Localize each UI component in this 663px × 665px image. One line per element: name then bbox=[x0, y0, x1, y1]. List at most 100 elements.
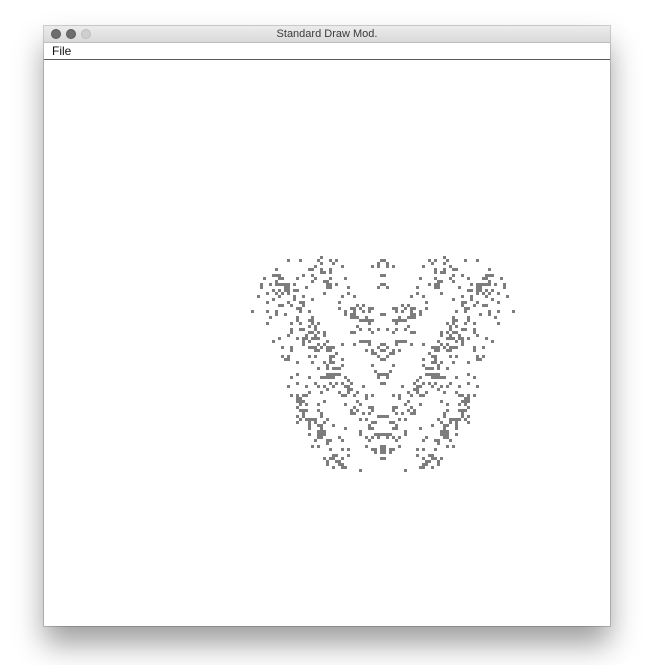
pattern-pixel bbox=[272, 289, 275, 292]
pattern-pixel bbox=[383, 274, 386, 277]
pattern-pixel bbox=[314, 439, 317, 442]
pattern-pixel bbox=[353, 307, 356, 310]
pattern-pixel bbox=[410, 295, 413, 298]
pattern-pixel bbox=[410, 310, 413, 313]
pattern-pixel bbox=[338, 367, 341, 370]
pattern-pixel bbox=[473, 346, 476, 349]
pattern-pixel bbox=[305, 409, 308, 412]
pattern-pixel bbox=[419, 277, 422, 280]
pattern-pixel bbox=[449, 265, 452, 268]
pattern-pixel bbox=[467, 373, 470, 376]
pattern-pixel bbox=[329, 268, 332, 271]
pattern-pixel bbox=[431, 373, 434, 376]
pattern-pixel bbox=[335, 259, 338, 262]
pattern-pixel bbox=[449, 325, 452, 328]
pattern-pixel bbox=[281, 277, 284, 280]
pattern-pixel bbox=[434, 277, 437, 280]
pattern-pixel bbox=[401, 385, 404, 388]
pattern-pixel bbox=[386, 373, 389, 376]
pattern-pixel bbox=[386, 286, 389, 289]
title-bar[interactable]: Standard Draw Mod. bbox=[44, 26, 610, 43]
pattern-pixel bbox=[323, 385, 326, 388]
pattern-pixel bbox=[350, 307, 353, 310]
pattern-pixel bbox=[452, 319, 455, 322]
pattern-pixel bbox=[458, 403, 461, 406]
pattern-pixel bbox=[443, 427, 446, 430]
pattern-pixel bbox=[425, 463, 428, 466]
pattern-pixel bbox=[443, 412, 446, 415]
pattern-pixel bbox=[308, 433, 311, 436]
pattern-pixel bbox=[431, 355, 434, 358]
pattern-pixel bbox=[341, 439, 344, 442]
pattern-pixel bbox=[311, 319, 314, 322]
pattern-pixel bbox=[371, 265, 374, 268]
pattern-pixel bbox=[317, 385, 320, 388]
pattern-pixel bbox=[431, 346, 434, 349]
pattern-pixel bbox=[404, 430, 407, 433]
pattern-pixel bbox=[314, 349, 317, 352]
pattern-pixel bbox=[371, 364, 374, 367]
pattern-pixel bbox=[389, 370, 392, 373]
pattern-pixel bbox=[338, 460, 341, 463]
pattern-pixel bbox=[473, 304, 476, 307]
pattern-pixel bbox=[452, 322, 455, 325]
pattern-pixel bbox=[416, 385, 419, 388]
pattern-pixel bbox=[287, 286, 290, 289]
pattern-pixel bbox=[497, 310, 500, 313]
pattern-pixel bbox=[386, 265, 389, 268]
pattern-pixel bbox=[278, 283, 281, 286]
pattern-pixel bbox=[392, 394, 395, 397]
pattern-pixel bbox=[314, 334, 317, 337]
pattern-pixel bbox=[467, 319, 470, 322]
pattern-pixel bbox=[380, 313, 383, 316]
pattern-pixel bbox=[368, 340, 371, 343]
pattern-pixel bbox=[452, 337, 455, 340]
pattern-pixel bbox=[413, 331, 416, 334]
pattern-pixel bbox=[428, 367, 431, 370]
pattern-pixel bbox=[311, 268, 314, 271]
pattern-pixel bbox=[377, 415, 380, 418]
pattern-pixel bbox=[392, 406, 395, 409]
pattern-pixel bbox=[365, 316, 368, 319]
pattern-pixel bbox=[368, 328, 371, 331]
pattern-pixel bbox=[326, 367, 329, 370]
pattern-pixel bbox=[326, 376, 329, 379]
pattern-pixel bbox=[341, 457, 344, 460]
pattern-pixel bbox=[455, 340, 458, 343]
pattern-pixel bbox=[305, 334, 308, 337]
pattern-pixel bbox=[395, 322, 398, 325]
pattern-pixel bbox=[476, 358, 479, 361]
pattern-pixel bbox=[386, 433, 389, 436]
pattern-pixel bbox=[455, 331, 458, 334]
pattern-pixel bbox=[434, 259, 437, 262]
pattern-pixel bbox=[332, 385, 335, 388]
pattern-pixel bbox=[383, 313, 386, 316]
pattern-pixel bbox=[395, 439, 398, 442]
pattern-pixel bbox=[308, 340, 311, 343]
pattern-pixel bbox=[440, 334, 443, 337]
pattern-pixel bbox=[323, 280, 326, 283]
pattern-pixel bbox=[371, 448, 374, 451]
pattern-pixel bbox=[326, 346, 329, 349]
pattern-pixel bbox=[296, 421, 299, 424]
pattern-pixel bbox=[257, 295, 260, 298]
drawing-canvas[interactable] bbox=[44, 60, 610, 626]
pattern-pixel bbox=[485, 289, 488, 292]
pattern-pixel bbox=[326, 418, 329, 421]
menu-file[interactable]: File bbox=[52, 44, 71, 58]
pattern-pixel bbox=[317, 322, 320, 325]
pattern-pixel bbox=[332, 262, 335, 265]
pattern-pixel bbox=[362, 310, 365, 313]
pattern-pixel bbox=[374, 421, 377, 424]
pattern-pixel bbox=[434, 268, 437, 271]
pattern-pixel bbox=[440, 385, 443, 388]
pattern-pixel bbox=[308, 424, 311, 427]
pattern-pixel bbox=[401, 304, 404, 307]
pattern-pixel bbox=[422, 358, 425, 361]
pattern-pixel bbox=[461, 343, 464, 346]
pattern-pixel bbox=[398, 349, 401, 352]
pattern-pixel bbox=[332, 367, 335, 370]
pattern-pixel bbox=[317, 430, 320, 433]
pattern-pixel bbox=[347, 391, 350, 394]
pattern-pixel bbox=[425, 373, 428, 376]
